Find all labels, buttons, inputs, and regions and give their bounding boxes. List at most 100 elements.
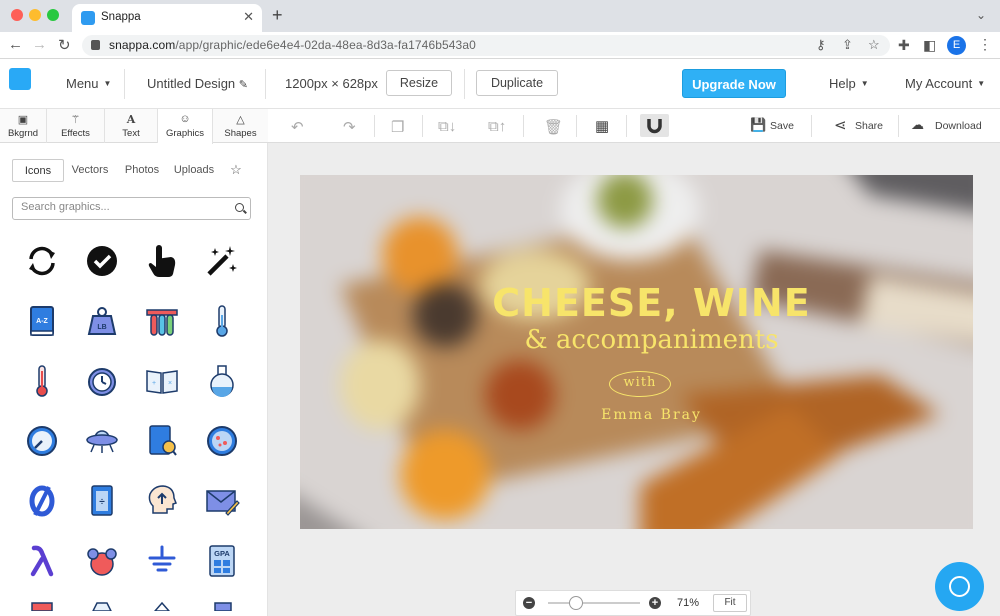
tab-label: Bkgrnd xyxy=(7,128,39,139)
back-arrow-icon[interactable]: ← xyxy=(8,36,23,53)
atom-icon[interactable] xyxy=(72,531,132,591)
new-tab-icon[interactable]: + xyxy=(272,5,283,26)
bring-forward-icon[interactable]: ⧉↑ xyxy=(488,118,506,135)
subheadline-text[interactable]: & accompaniments xyxy=(300,325,973,355)
minimize-window-button[interactable] xyxy=(29,9,41,21)
zoom-out-icon[interactable]: − xyxy=(523,597,535,609)
share-button[interactable]: Share xyxy=(855,120,883,132)
save-icon[interactable]: 💾 xyxy=(750,117,766,133)
pointer-hand-icon[interactable] xyxy=(132,231,192,291)
share-page-icon[interactable]: ⇪ xyxy=(842,37,853,53)
duplicate-button[interactable]: Duplicate xyxy=(476,70,558,96)
chevron-down-icon: ▼ xyxy=(977,79,986,88)
download-button[interactable]: Download xyxy=(935,120,982,132)
head-idea-icon[interactable] xyxy=(132,471,192,531)
design-canvas[interactable]: CHEESE, WINE & accompaniments with Emma … xyxy=(300,175,973,529)
browser-tab[interactable]: Snappa ✕ xyxy=(72,4,262,32)
tab-label: Graphics xyxy=(165,128,204,139)
address-bar[interactable]: snappa.com/app/graphic/ede6e4e4-02da-48e… xyxy=(82,35,890,56)
gauge-icon[interactable] xyxy=(12,411,72,471)
dictionary-icon[interactable]: A-Z xyxy=(12,291,72,351)
lock-icon xyxy=(91,40,100,50)
snap-magnet-button[interactable] xyxy=(640,114,669,137)
ground-icon[interactable] xyxy=(132,531,192,591)
side-panel-icon[interactable]: ◧ xyxy=(923,37,936,54)
tab-background[interactable]: ▣ Bkgrnd xyxy=(0,109,47,143)
partial-icon[interactable] xyxy=(192,591,252,615)
weight-icon[interactable]: LB xyxy=(72,291,132,351)
petri-dish-icon[interactable] xyxy=(192,411,252,471)
svg-text:LB: LB xyxy=(97,324,106,331)
snappa-logo[interactable] xyxy=(9,68,35,95)
stopwatch-icon[interactable] xyxy=(72,351,132,411)
bookmark-star-icon[interactable]: ☆ xyxy=(868,37,880,53)
svg-text:×: × xyxy=(168,380,172,387)
forward-arrow-icon[interactable]: → xyxy=(32,36,47,53)
division-book-icon[interactable]: ÷ xyxy=(72,471,132,531)
browser-menu-icon[interactable]: ⋮ xyxy=(978,36,992,53)
flask-icon[interactable] xyxy=(192,351,252,411)
chevron-down-icon: ▼ xyxy=(860,79,869,88)
menu-button[interactable]: Menu ▼ xyxy=(66,76,111,91)
author-text[interactable]: Emma Bray xyxy=(300,407,973,423)
partial-icon[interactable] xyxy=(132,591,192,615)
headline-text[interactable]: CHEESE, WINE xyxy=(300,281,973,325)
tab-effects[interactable]: ⚚ Effects xyxy=(47,109,105,143)
tab-shapes[interactable]: △ Shapes xyxy=(213,109,268,143)
zoom-slider-handle[interactable] xyxy=(569,596,583,610)
ufo-icon[interactable] xyxy=(72,411,132,471)
zoom-in-icon[interactable]: + xyxy=(649,597,661,609)
delete-icon[interactable]: 🗑 xyxy=(544,118,563,136)
partial-icon[interactable] xyxy=(12,591,72,615)
upgrade-now-button[interactable]: Upgrade Now xyxy=(682,69,786,98)
search-input[interactable] xyxy=(21,201,221,213)
redo-icon[interactable]: ↷ xyxy=(343,118,356,136)
undo-icon[interactable]: ↶ xyxy=(291,118,304,136)
thermometer-hot-icon[interactable] xyxy=(12,351,72,411)
save-button[interactable]: Save xyxy=(770,120,794,132)
test-tubes-icon[interactable] xyxy=(132,291,192,351)
grid-icon[interactable]: ▦ xyxy=(595,117,609,135)
copy-icon[interactable]: ❐ xyxy=(391,118,404,136)
magic-wand-icon[interactable] xyxy=(192,231,252,291)
search-icon[interactable] xyxy=(235,203,244,212)
favorites-star-icon[interactable]: ☆ xyxy=(224,159,248,182)
profile-avatar[interactable]: E xyxy=(947,36,966,55)
my-account-menu[interactable]: My Account ▼ xyxy=(905,76,985,91)
envelope-pen-icon[interactable] xyxy=(192,471,252,531)
thermometer-icon[interactable] xyxy=(192,291,252,351)
tab-text[interactable]: A Text xyxy=(105,109,158,143)
reload-icon[interactable]: ↻ xyxy=(58,36,71,54)
send-backward-icon[interactable]: ⧉↓ xyxy=(438,118,456,135)
refresh-icon[interactable] xyxy=(12,231,72,291)
subtab-uploads[interactable]: Uploads xyxy=(169,159,219,182)
tab-graphics[interactable]: ☺ Graphics xyxy=(158,109,213,144)
subtab-photos[interactable]: Photos xyxy=(118,159,166,182)
help-menu[interactable]: Help ▼ xyxy=(829,76,869,91)
tab-search-chevron-icon[interactable]: ⌄ xyxy=(976,8,986,22)
maximize-window-button[interactable] xyxy=(47,9,59,21)
book-search-icon[interactable] xyxy=(132,411,192,471)
zoom-slider-track[interactable] xyxy=(548,602,640,604)
fit-button[interactable]: Fit xyxy=(713,594,747,612)
left-sidebar: ▣ Bkgrnd ⚚ Effects A Text ☺ Graphics △ S… xyxy=(0,109,268,616)
with-badge[interactable]: with xyxy=(609,371,671,397)
close-window-button[interactable] xyxy=(11,9,23,21)
extensions-puzzle-icon[interactable]: ✚ xyxy=(898,37,910,54)
check-circle-icon[interactable] xyxy=(72,231,132,291)
design-name[interactable]: Untitled Design ✎ xyxy=(147,76,248,91)
gpa-calculator-icon[interactable]: GPA xyxy=(192,531,252,591)
partial-icon[interactable] xyxy=(72,591,132,615)
editor-toolbar: ↶ ↷ ❐ ⧉↓ ⧉↑ 🗑 ▦ 💾 Save ⋖ Share ☁ Downloa… xyxy=(268,109,1000,143)
empty-set-icon[interactable] xyxy=(12,471,72,531)
subtab-icons[interactable]: Icons xyxy=(12,159,64,182)
cloud-download-icon[interactable]: ☁ xyxy=(911,117,924,133)
help-chat-button[interactable] xyxy=(935,562,984,611)
key-icon[interactable]: ⚷ xyxy=(816,37,826,53)
subtab-vectors[interactable]: Vectors xyxy=(65,159,115,182)
lambda-icon[interactable] xyxy=(12,531,72,591)
open-book-icon[interactable]: + × xyxy=(132,351,192,411)
share-icon[interactable]: ⋖ xyxy=(834,116,847,134)
close-tab-icon[interactable]: ✕ xyxy=(243,9,254,25)
resize-button[interactable]: Resize xyxy=(386,70,452,96)
